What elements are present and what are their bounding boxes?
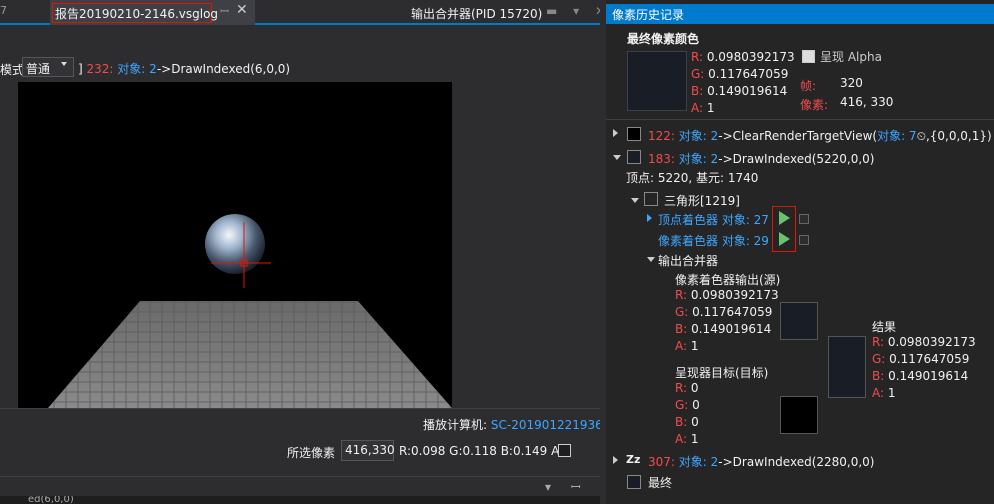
tab-title: 报告20190210-2146.vsglog bbox=[52, 3, 218, 23]
selected-pixel-value: 416,330 bbox=[345, 443, 395, 457]
output-merger-item: 输出合并器 bbox=[658, 254, 719, 268]
ps-output-b: B: 0.149019614 bbox=[675, 322, 772, 336]
pixel-value: 416, 330 bbox=[840, 95, 894, 109]
frame-label: 帧: bbox=[800, 79, 817, 93]
event-color-swatch bbox=[627, 127, 641, 141]
sleep-zz-icon: Zz bbox=[626, 453, 641, 466]
selected-pixel-label: 所选像素 bbox=[287, 446, 336, 460]
object-link: 对象: 2 bbox=[678, 152, 719, 166]
pixel-shader-link[interactable]: 像素着色器 对象: 29 bbox=[658, 232, 769, 249]
final-a: A: 1 bbox=[691, 101, 715, 115]
show-alpha-checkbox[interactable] bbox=[802, 50, 815, 63]
event-call: ->DrawIndexed(6,0,0) bbox=[156, 62, 291, 76]
selected-pixel-input[interactable]: 416,330 bbox=[341, 440, 395, 461]
bracket-text: ] bbox=[78, 62, 83, 76]
vertex-shader-link[interactable]: 顶点着色器 对象: 27 bbox=[658, 211, 769, 228]
result-r: R: 0.0980392173 bbox=[872, 335, 976, 349]
collapse-icon[interactable] bbox=[647, 257, 655, 262]
render-target-image[interactable] bbox=[18, 82, 452, 408]
history-event-307[interactable]: 307: 对象: 2->DrawIndexed(2280,0,0) bbox=[648, 453, 875, 470]
chevron-down-icon bbox=[61, 62, 67, 66]
scene-render bbox=[48, 214, 452, 408]
render-target-b: B: 0 bbox=[675, 415, 699, 429]
pixel-label: 像素: bbox=[800, 98, 829, 112]
expand-icon[interactable] bbox=[647, 214, 652, 222]
event-object-link[interactable]: 对象: 2 bbox=[117, 62, 157, 76]
render-target-heading: 呈现器目标(目标) bbox=[675, 366, 769, 380]
ps-output-g: G: 0.117647059 bbox=[675, 305, 773, 319]
ps-output-swatch bbox=[780, 302, 818, 340]
bottom-panel-cut-text: ed(6,0,0) bbox=[0, 496, 600, 504]
document-toolbar bbox=[0, 27, 600, 47]
render-target-r: R: 0 bbox=[675, 381, 699, 395]
start-debugging-pixel-shader-icon[interactable] bbox=[779, 232, 790, 246]
divider bbox=[0, 408, 600, 409]
final-color-heading: 最终像素颜色 bbox=[627, 32, 700, 46]
pin-icon[interactable]: ꟷ bbox=[220, 4, 229, 19]
ps-output-heading: 像素着色器输出(源) bbox=[675, 273, 781, 287]
playback-label: 播放计算机: bbox=[423, 418, 488, 432]
collapse-icon[interactable] bbox=[613, 155, 621, 160]
render-target-a: A: 1 bbox=[675, 432, 699, 446]
frame-value: 320 bbox=[840, 76, 863, 90]
history-event-122[interactable]: 122: 对象: 2->ClearRenderTargetView(对象: 7⏲… bbox=[648, 127, 992, 144]
expand-icon[interactable] bbox=[613, 129, 618, 137]
object-link: 对象: 2 bbox=[678, 129, 719, 143]
bottom-panel-header bbox=[0, 476, 600, 494]
triangle-color-swatch bbox=[644, 192, 658, 206]
result-a: A: 1 bbox=[872, 386, 896, 400]
history-icon: ⏲ bbox=[916, 129, 926, 143]
show-alpha-label: 呈现 Alpha bbox=[820, 50, 882, 64]
panel-title: 像素历史记录 bbox=[612, 8, 685, 22]
ps-output-a: A: 1 bbox=[675, 339, 699, 353]
tab-vsglog-document[interactable]: 报告20190210-2146.vsglog ꟷ ✕ bbox=[50, 0, 255, 25]
divider bbox=[606, 119, 994, 120]
render-target-swatch bbox=[780, 396, 818, 434]
mode-dropdown-value: 普通 bbox=[26, 62, 51, 76]
output-merger-panel-title: 输出合并器(PID 15720) bbox=[411, 7, 543, 21]
selected-pixel-rgba: R:0.098 G:0.118 B:0.149 A:1 bbox=[399, 444, 571, 458]
final-color-swatch-small bbox=[627, 475, 641, 489]
tab-overflow-fragment: 7 bbox=[0, 4, 7, 17]
history-event-183[interactable]: 183: 对象: 2->DrawIndexed(5220,0,0) bbox=[648, 150, 875, 167]
start-debugging-vertex-shader-icon[interactable] bbox=[779, 211, 790, 225]
playback-machine-row: 播放计算机: SC-201901221936 bbox=[423, 416, 603, 433]
ps-output-r: R: 0.0980392173 bbox=[675, 288, 779, 302]
vs-checkbox[interactable] bbox=[799, 214, 809, 224]
ps-checkbox[interactable] bbox=[799, 235, 809, 245]
final-color-swatch bbox=[627, 51, 687, 111]
result-swatch bbox=[828, 336, 866, 398]
event-color-swatch bbox=[627, 150, 641, 164]
expand-icon[interactable] bbox=[613, 456, 618, 464]
pixel-color-checkbox[interactable] bbox=[558, 444, 571, 457]
mode-dropdown[interactable]: 普通 bbox=[22, 57, 74, 77]
result-heading: 结果 bbox=[872, 320, 897, 334]
render-target-g: G: 0 bbox=[675, 398, 700, 412]
final-g: G: 0.117647059 bbox=[691, 67, 789, 81]
selected-event-line: ] 232: 对象: 2->DrawIndexed(6,0,0) bbox=[78, 60, 290, 77]
collapse-icon[interactable] bbox=[631, 198, 639, 203]
close-icon[interactable]: ✕ bbox=[236, 2, 248, 18]
sphere-object bbox=[205, 214, 265, 274]
result-g: G: 0.117647059 bbox=[872, 352, 970, 366]
result-b: B: 0.149019614 bbox=[872, 369, 969, 383]
playback-machine-link[interactable]: SC-201901221936 bbox=[491, 418, 603, 432]
object-link: 对象: 2 bbox=[678, 455, 719, 469]
event-id: 232: bbox=[86, 62, 114, 76]
final-item[interactable]: 最终 bbox=[648, 474, 672, 491]
final-r: R: 0.0980392173 bbox=[691, 50, 795, 64]
triangle-item[interactable]: 三角形[1219] bbox=[664, 192, 740, 209]
final-b: B: 0.149019614 bbox=[691, 84, 788, 98]
vertex-primitive-info: 顶点: 5220, 基元: 1740 bbox=[626, 171, 759, 185]
